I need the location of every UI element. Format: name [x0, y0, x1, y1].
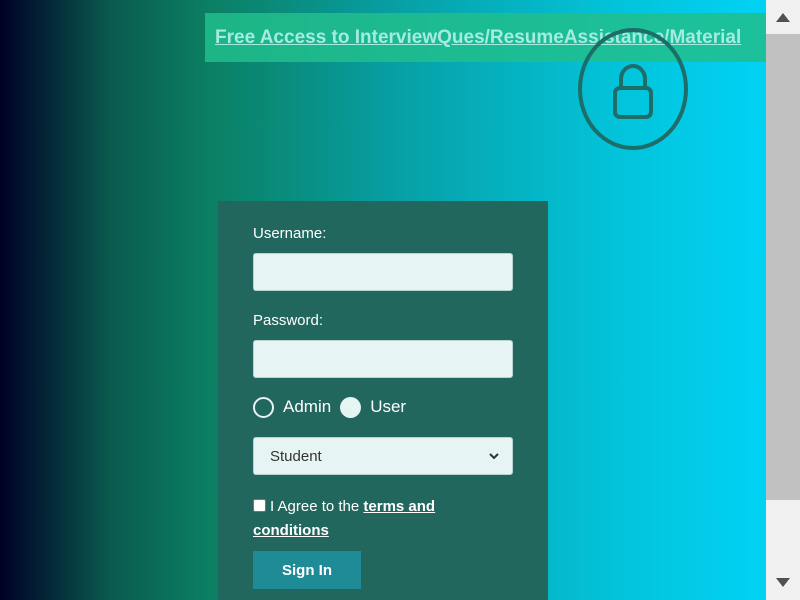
role-select[interactable]: Student	[253, 437, 513, 475]
admin-radio-label: Admin	[283, 397, 332, 416]
scroll-down-button[interactable]	[766, 566, 800, 600]
sign-in-button[interactable]: Sign In	[253, 551, 361, 589]
agree-text: I Agree to the	[270, 498, 364, 515]
scroll-up-button[interactable]	[766, 0, 800, 34]
role-radio-group: Admin User	[253, 394, 513, 420]
terms-agreement: I Agree to the terms and conditions	[253, 495, 513, 543]
chevron-down-icon	[489, 453, 499, 460]
password-label: Password:	[253, 312, 324, 329]
lock-icon	[577, 27, 689, 151]
terms-checkbox[interactable]	[253, 499, 266, 512]
user-radio[interactable]	[340, 396, 362, 418]
admin-radio[interactable]	[253, 396, 274, 418]
username-label: Username:	[253, 225, 327, 242]
triangle-up-icon	[776, 13, 790, 22]
triangle-down-icon	[776, 578, 790, 587]
password-input[interactable]	[253, 340, 513, 378]
username-input[interactable]	[253, 253, 513, 291]
vertical-scrollbar[interactable]	[766, 0, 800, 600]
login-form: Username: Password: Admin User Student I…	[218, 201, 548, 600]
scroll-thumb[interactable]	[766, 34, 800, 500]
user-radio-label: User	[370, 397, 407, 416]
role-select-value: Student	[270, 447, 322, 465]
